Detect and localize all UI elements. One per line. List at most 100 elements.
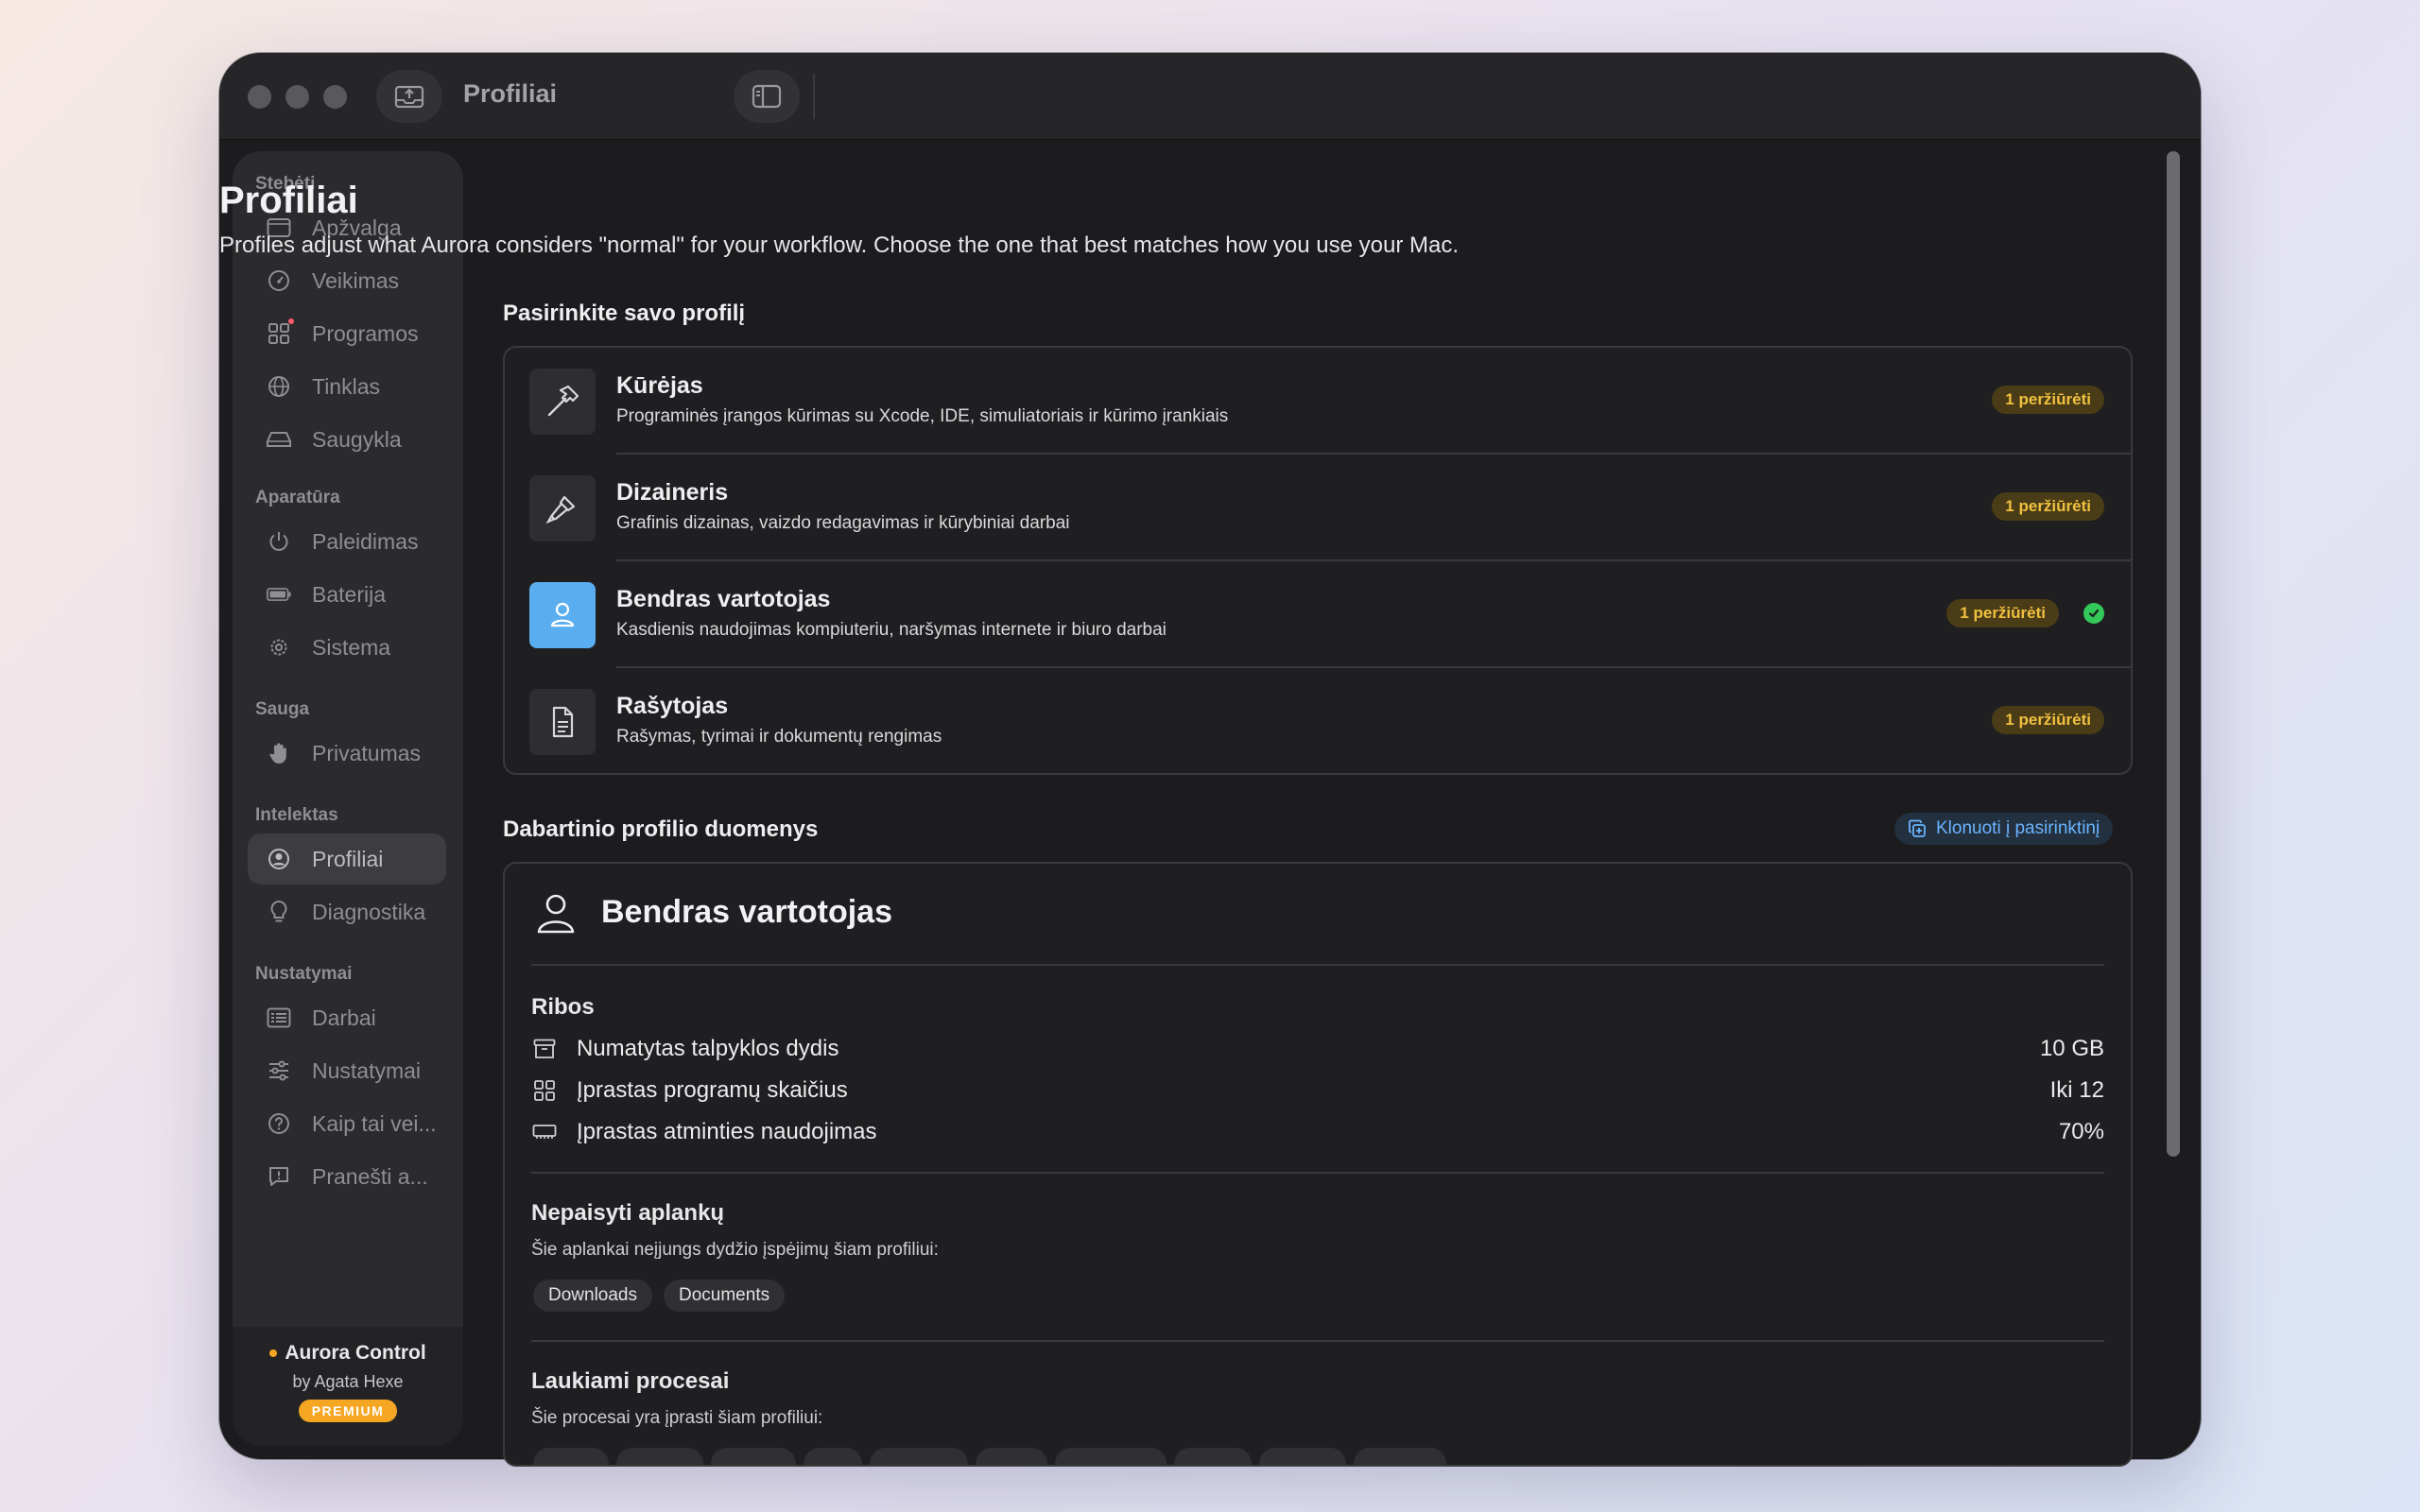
- process-chip: [616, 1448, 703, 1465]
- review-badge[interactable]: 1 peržiūrėti: [1992, 492, 2104, 521]
- lightbulb-icon: [267, 900, 291, 924]
- sidebar-section-title: Intelektas: [255, 805, 338, 825]
- ignore-folders-description: Šie aplankai neįjungs dydžio įspėjimų ši…: [531, 1240, 939, 1260]
- limit-row: Numatytas talpyklos dydis 10 GB: [531, 1030, 2104, 1068]
- current-profile-card: Bendras vartotojas Ribos Numatytas talpy…: [503, 862, 2133, 1467]
- drive-icon: [267, 427, 291, 452]
- duplicate-icon: [1909, 819, 1926, 837]
- limit-row: Įprastas atminties naudojimas 70%: [531, 1113, 2104, 1151]
- sidebar-item-profiliai[interactable]: Profiliai: [248, 833, 446, 885]
- scrollbar-thumb[interactable]: [2167, 151, 2180, 1157]
- hand-icon: [267, 741, 291, 765]
- sidebar: Stebėti Apžvalga Veikimas Programos Tink…: [233, 151, 463, 1446]
- sidebar-item-tinklas[interactable]: Tinklas: [248, 361, 446, 412]
- premium-badge: PREMIUM: [298, 1400, 398, 1422]
- person-circle-icon: [267, 847, 291, 871]
- profile-name: Bendras vartotojas: [616, 586, 831, 612]
- sidebar-item-label: Darbai: [312, 1005, 376, 1030]
- person-icon: [529, 582, 596, 648]
- sidebar-item-label: Nustatymai: [312, 1057, 422, 1083]
- process-chip: [976, 1448, 1047, 1465]
- sidebar-item-pranesti[interactable]: Pranešti a...: [248, 1151, 446, 1202]
- process-chip: [533, 1448, 609, 1465]
- review-badge[interactable]: 1 peržiūrėti: [1946, 599, 2059, 627]
- process-chip: [1055, 1448, 1167, 1465]
- sidebar-item-label: Pranešti a...: [312, 1163, 428, 1189]
- process-chip: [1354, 1448, 1446, 1465]
- app-name: Aurora Control: [233, 1342, 463, 1365]
- sidebar-item-kaip-tai-veikia[interactable]: Kaip tai vei...: [248, 1098, 446, 1149]
- paintbrush-icon: [529, 475, 596, 541]
- sidebar-item-label: Sistema: [312, 634, 391, 660]
- sidebar-item-saugykla[interactable]: Saugykla: [248, 414, 446, 465]
- app-author: by Agata Hexe: [292, 1372, 404, 1391]
- sidebar-footer: Aurora Control by Agata Hexe PREMIUM: [233, 1327, 463, 1446]
- person-icon: [537, 894, 575, 934]
- limit-label: Įprastas atminties naudojimas: [577, 1119, 877, 1144]
- current-profile-name: Bendras vartotojas: [601, 894, 892, 930]
- current-profile-heading: Dabartinio profilio duomenys: [503, 816, 819, 842]
- limit-label: Numatytas talpyklos dydis: [577, 1036, 839, 1061]
- profile-row-dizaineris[interactable]: Dizaineris Grafinis dizainas, vaizdo red…: [505, 455, 2131, 561]
- review-badge[interactable]: 1 peržiūrėti: [1992, 386, 2104, 414]
- ignore-folders-heading: Nepaisyti aplankų: [531, 1200, 725, 1226]
- choose-profile-heading: Pasirinkite savo profilį: [503, 301, 746, 326]
- toolbar-separator: [813, 74, 815, 119]
- sidebar-item-label: Privatumas: [312, 740, 422, 765]
- profile-row-bendras-vartotojas[interactable]: Bendras vartotojas Kasdienis naudojimas …: [505, 561, 2131, 668]
- exclamation-bubble-icon: [267, 1164, 291, 1189]
- profile-row-kurejas[interactable]: Kūrėjas Programinės įrangos kūrimas su X…: [505, 348, 2131, 455]
- gauge-icon: [267, 268, 291, 293]
- document-icon: [529, 689, 596, 755]
- process-chip: [804, 1448, 862, 1465]
- title-bar: Profiliai: [219, 53, 2201, 140]
- zoom-window-button[interactable]: [323, 85, 347, 109]
- memory-icon: [531, 1119, 558, 1145]
- close-window-button[interactable]: [248, 85, 271, 109]
- scrollbar[interactable]: [2165, 144, 2182, 1448]
- sidebar-item-privatumas[interactable]: Privatumas: [248, 728, 446, 779]
- sidebar-item-darbai[interactable]: Darbai: [248, 992, 446, 1043]
- limit-row: Įprastas programų skaičius Iki 12: [531, 1072, 2104, 1109]
- sidebar-item-nustatymai[interactable]: Nustatymai: [248, 1045, 446, 1096]
- profile-description: Rašymas, tyrimai ir dokumentų rengimas: [616, 727, 942, 747]
- expected-processes-description: Šie procesai yra įprasti šiam profiliui:: [531, 1408, 823, 1428]
- gear-icon: [267, 635, 291, 660]
- sliders-icon: [267, 1058, 291, 1083]
- minimize-window-button[interactable]: [285, 85, 309, 109]
- sidebar-item-veikimas[interactable]: Veikimas: [248, 255, 446, 306]
- sidebar-item-baterija[interactable]: Baterija: [248, 569, 446, 620]
- process-chip: [1174, 1448, 1252, 1465]
- profile-row-rasytojas[interactable]: Rašytojas Rašymas, tyrimai ir dokumentų …: [505, 668, 2131, 775]
- sidebar-item-label: Baterija: [312, 581, 386, 607]
- sidebar-item-label: Saugykla: [312, 426, 402, 452]
- sidebar-toggle-button[interactable]: [734, 70, 800, 123]
- clone-to-custom-button[interactable]: Klonuoti į pasirinktinį: [1894, 813, 2114, 845]
- limit-value: Iki 12: [2049, 1077, 2104, 1103]
- checkmark-icon: [2083, 603, 2104, 624]
- limit-value: 10 GB: [2039, 1036, 2104, 1061]
- review-badge[interactable]: 1 peržiūrėti: [1992, 706, 2104, 734]
- sidebar-item-diagnostika[interactable]: Diagnostika: [248, 886, 446, 937]
- grid-icon: [531, 1077, 558, 1104]
- share-button[interactable]: [376, 70, 442, 123]
- profiles-list: Kūrėjas Programinės įrangos kūrimas su X…: [503, 346, 2133, 775]
- profile-name: Dizaineris: [616, 479, 729, 506]
- profile-description: Kasdienis naudojimas kompiuteriu, naršym…: [616, 620, 1167, 640]
- expected-processes-heading: Laukiami procesai: [531, 1368, 730, 1394]
- sidebar-section-title: Nustatymai: [255, 964, 353, 984]
- page-subtitle: Profiles adjust what Aurora considers "n…: [219, 232, 1460, 258]
- profile-description: Programinės įrangos kūrimas su Xcode, ID…: [616, 406, 1229, 426]
- sidebar-item-label: Diagnostika: [312, 899, 426, 924]
- clone-button-label: Klonuoti į pasirinktinį: [1936, 818, 2100, 838]
- globe-icon: [267, 374, 291, 399]
- hammer-icon: [529, 369, 596, 435]
- sidebar-item-paleidimas[interactable]: Paleidimas: [248, 516, 446, 567]
- battery-icon: [267, 582, 291, 607]
- limit-label: Įprastas programų skaičius: [577, 1077, 848, 1103]
- sidebar-item-sistema[interactable]: Sistema: [248, 622, 446, 673]
- sidebar-item-programos[interactable]: Programos: [248, 308, 446, 359]
- sidebar-item-label: Kaip tai vei...: [312, 1110, 437, 1136]
- tray-upload-icon: [394, 85, 424, 109]
- profile-name: Kūrėjas: [616, 372, 703, 399]
